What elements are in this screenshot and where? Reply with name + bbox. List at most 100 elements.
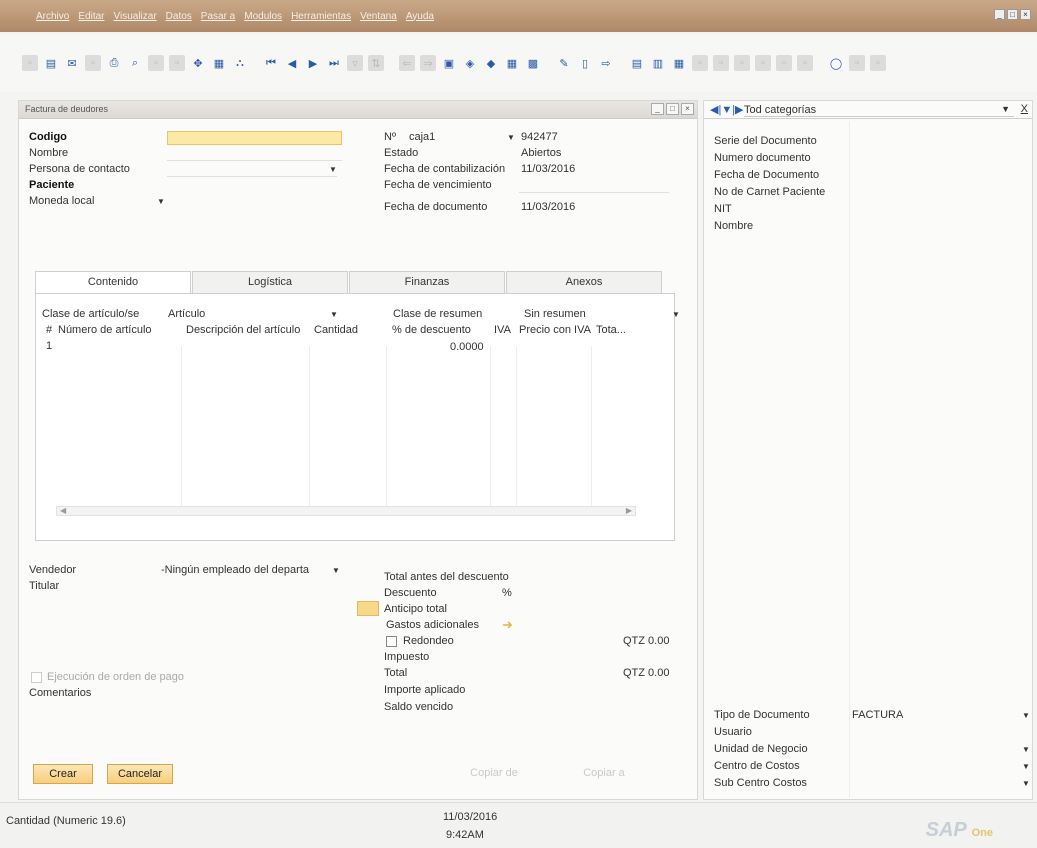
fax-icon[interactable]: ▫ [85, 55, 101, 71]
panel-close-icon[interactable]: X [1021, 103, 1028, 115]
restore-button[interactable]: □ [1007, 9, 1018, 20]
scroll-left-icon[interactable]: ◀ [60, 507, 66, 515]
cascade-icon[interactable]: ▫ [870, 55, 886, 71]
category-dropdown-icon[interactable]: ▼ [1001, 104, 1010, 114]
first-record-icon[interactable]: ⏮ [263, 55, 279, 71]
col-numero-articulo[interactable]: Número de artículo [58, 324, 152, 336]
col-cantidad[interactable]: Cantidad [314, 324, 358, 336]
descuento-percent[interactable]: % [502, 587, 512, 599]
base-doc-icon[interactable]: ⇐ [399, 55, 415, 71]
form-icon[interactable]: ▦ [211, 55, 227, 71]
tipo-documento-dropdown-icon[interactable]: ▼ [1022, 711, 1030, 720]
crear-button[interactable]: Crear [33, 764, 93, 784]
move-icon[interactable]: ✥ [190, 55, 206, 71]
mail-icon[interactable]: ✉ [64, 55, 80, 71]
col-descripcion[interactable]: Descripción del artículo [186, 324, 300, 336]
menu-datos[interactable]: Datos [166, 11, 192, 22]
clase-articulo-dropdown-icon[interactable]: ▼ [330, 310, 338, 319]
series-dropdown-icon[interactable]: ▼ [507, 133, 515, 142]
clase-resumen-dropdown-icon[interactable]: ▼ [672, 310, 680, 319]
link-icon[interactable]: ▫ [776, 55, 792, 71]
category-select[interactable]: Tod categorías [744, 104, 1014, 117]
centro-costos-dropdown-icon[interactable]: ▼ [1022, 762, 1030, 771]
category-nav-icon[interactable]: ◀|▼|▶ [710, 103, 744, 116]
clase-articulo-select[interactable]: Artículo [168, 308, 205, 320]
alerts-icon[interactable]: ▫ [734, 55, 750, 71]
tab-contenido[interactable]: Contenido [35, 271, 191, 293]
menu-ventana[interactable]: Ventana [360, 11, 397, 22]
menu-pasar-a[interactable]: Pasar a [201, 11, 235, 22]
tipo-documento-select[interactable]: FACTURA [852, 709, 903, 721]
filter-icon[interactable]: ▿ [347, 55, 363, 71]
report-icon[interactable]: ▣ [441, 55, 457, 71]
menu-herramientas[interactable]: Herramientas [291, 11, 351, 22]
close-app-button[interactable]: × [1020, 9, 1031, 20]
series-select[interactable]: caja1 [409, 131, 435, 143]
tab-finanzas[interactable]: Finanzas [349, 271, 505, 293]
menu-editar[interactable]: Editar [78, 11, 104, 22]
key-icon[interactable]: ▫ [797, 55, 813, 71]
sort-icon[interactable]: ⇅ [368, 55, 384, 71]
calendar-icon[interactable]: ▤ [629, 55, 645, 71]
col-total[interactable]: Tota... [596, 324, 626, 336]
tab-anexos[interactable]: Anexos [506, 271, 662, 293]
print-preview-icon[interactable]: ⌕ [127, 55, 143, 71]
moneda-dropdown-icon[interactable]: ▼ [157, 197, 165, 206]
window-icon[interactable]: ▫ [849, 55, 865, 71]
document-icon[interactable]: ▯ [577, 55, 593, 71]
copiar-a-button[interactable]: Copiar a [559, 764, 649, 784]
menu-ayuda[interactable]: Ayuda [406, 11, 434, 22]
codigo-input[interactable] [167, 131, 342, 145]
previous-record-icon[interactable]: ◀ [284, 55, 300, 71]
ejecucion-orden-checkbox[interactable] [31, 672, 42, 683]
col-iva[interactable]: IVA [494, 324, 511, 336]
anticipo-link-arrow[interactable] [357, 601, 379, 616]
find-icon[interactable]: ⛬ [232, 55, 248, 71]
sub-centro-costos-dropdown-icon[interactable]: ▼ [1022, 779, 1030, 788]
clase-resumen-select[interactable]: Sin resumen [524, 308, 586, 320]
horizontal-scrollbar[interactable]: ◀ ▶ [56, 506, 636, 516]
gross-profit-icon[interactable]: ◈ [462, 55, 478, 71]
window-maximize-button[interactable]: □ [666, 103, 679, 115]
tab-logistica[interactable]: Logística [192, 271, 348, 293]
grid-icon[interactable]: ▦ [671, 55, 687, 71]
user-icon[interactable]: ▫ [713, 55, 729, 71]
copiar-de-button[interactable]: Copiar de [449, 764, 539, 784]
window-close-button[interactable]: × [681, 103, 694, 115]
redondeo-checkbox[interactable] [386, 636, 397, 647]
journal-icon[interactable]: ▩ [525, 55, 541, 71]
menu-archivo[interactable]: Archivo [36, 11, 69, 22]
col-precio-iva[interactable]: Precio con IVA [519, 324, 591, 336]
col-descuento[interactable]: % de descuento [392, 324, 471, 336]
settings-icon[interactable]: ▦ [504, 55, 520, 71]
unidad-negocio-dropdown-icon[interactable]: ▼ [1022, 745, 1030, 754]
document-number[interactable]: 942477 [521, 131, 558, 143]
vendedor-dropdown-icon[interactable]: ▼ [332, 566, 340, 575]
row-discount-value[interactable]: 0.0000 [450, 341, 484, 353]
moneda-select[interactable]: Moneda local [29, 195, 94, 207]
new-doc-icon[interactable]: ▫ [22, 55, 38, 71]
minimize-button[interactable]: _ [994, 9, 1005, 20]
fecha-contabilizacion-input[interactable]: 11/03/2016 [521, 163, 575, 175]
fecha-vencimiento-input[interactable] [519, 179, 669, 193]
next-record-icon[interactable]: ▶ [305, 55, 321, 71]
menu-modulos[interactable]: Modulos [244, 11, 282, 22]
menu-visualizar[interactable]: Visualizar [113, 11, 156, 22]
last-record-icon[interactable]: ⏭ [326, 55, 342, 71]
vendedor-select[interactable]: -Ningún empleado del departa [161, 564, 309, 576]
cancelar-button[interactable]: Cancelar [107, 764, 173, 784]
nombre-input[interactable] [167, 147, 342, 161]
messages-icon[interactable]: ▫ [692, 55, 708, 71]
persona-contacto-select[interactable] [167, 163, 337, 177]
transfer-icon[interactable]: ⇨ [598, 55, 614, 71]
fecha-documento-input[interactable]: 11/03/2016 [521, 201, 575, 213]
target-doc-icon[interactable]: ⇒ [420, 55, 436, 71]
copy-icon[interactable]: ▫ [148, 55, 164, 71]
persona-contacto-dropdown-icon[interactable]: ▼ [329, 165, 337, 174]
gastos-arrow-icon[interactable]: ➜ [502, 617, 513, 633]
query-icon[interactable]: ▥ [650, 55, 666, 71]
help-circle-icon[interactable]: ◯ [828, 55, 844, 71]
scroll-right-icon[interactable]: ▶ [626, 507, 632, 515]
layout-icon[interactable]: ◆ [483, 55, 499, 71]
window-minimize-button[interactable]: _ [651, 103, 664, 115]
